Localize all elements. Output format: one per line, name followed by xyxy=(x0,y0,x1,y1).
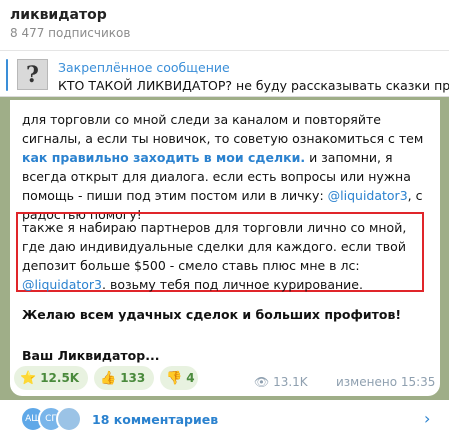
avatar xyxy=(56,406,82,432)
message-paragraph-3: Желаю всем удачных сделок и больших проф… xyxy=(22,307,402,322)
reaction-star[interactable]: ⭐ 12.5K xyxy=(14,366,88,390)
mention-link[interactable]: @liquidator3 xyxy=(22,277,102,292)
edited-timestamp: изменено 15:35 xyxy=(336,375,436,389)
reaction-count: 12.5K xyxy=(40,371,80,385)
message-text: для торговли со мной следи за каналом и … xyxy=(22,112,424,146)
message-text: также я набираю партнеров для торговли л… xyxy=(22,220,407,273)
chevron-right-icon[interactable]: › xyxy=(424,409,430,428)
reaction-count: 4 xyxy=(186,371,195,385)
pinned-text: КТО ТАКОЙ ЛИКВИДАТОР? не буду рассказыва… xyxy=(58,78,449,93)
reaction-thumbs-up[interactable]: 👍 133 xyxy=(94,366,154,390)
views-value: 13.1K xyxy=(273,375,308,389)
message-text: . возьму тебя под личное курирование. xyxy=(102,277,363,292)
mention-link[interactable]: @liquidator3 xyxy=(328,188,408,203)
guide-link[interactable]: как правильно заходить в мои сделки. xyxy=(22,150,305,165)
star-icon: ⭐ xyxy=(20,370,37,386)
subscriber-count: 8 477 подписчиков xyxy=(10,26,131,40)
pinned-message-bar[interactable]: ? Закреплённое сообщение КТО ТАКОЙ ЛИКВИ… xyxy=(0,50,449,97)
reaction-thumbs-down[interactable]: 👎 4 xyxy=(160,366,198,390)
message-signature: Ваш Ликвидатор... xyxy=(22,348,160,363)
thumbs-up-icon: 👍 xyxy=(100,370,117,386)
view-count: 👁 13.1K xyxy=(254,375,308,389)
channel-header[interactable]: ликвидатор 8 477 подписчиков xyxy=(0,0,449,50)
channel-title: ликвидатор xyxy=(10,7,107,23)
message-bubble: для торговли со мной следи за каналом и … xyxy=(10,100,440,396)
comments-bar[interactable]: АШ СГ 18 комментариев › xyxy=(0,400,449,441)
message-paragraph-2: также я набираю партнеров для торговли л… xyxy=(22,218,420,294)
reaction-count: 133 xyxy=(120,371,146,385)
comments-count[interactable]: 18 комментариев xyxy=(92,412,218,427)
thumbs-down-icon: 👎 xyxy=(166,370,183,386)
pinned-indicator xyxy=(6,59,8,91)
pinned-thumbnail: ? xyxy=(17,59,48,90)
eye-icon: 👁 xyxy=(254,375,270,389)
pinned-title: Закреплённое сообщение xyxy=(58,60,230,75)
message-paragraph-1: для торговли со мной следи за каналом и … xyxy=(22,110,432,224)
